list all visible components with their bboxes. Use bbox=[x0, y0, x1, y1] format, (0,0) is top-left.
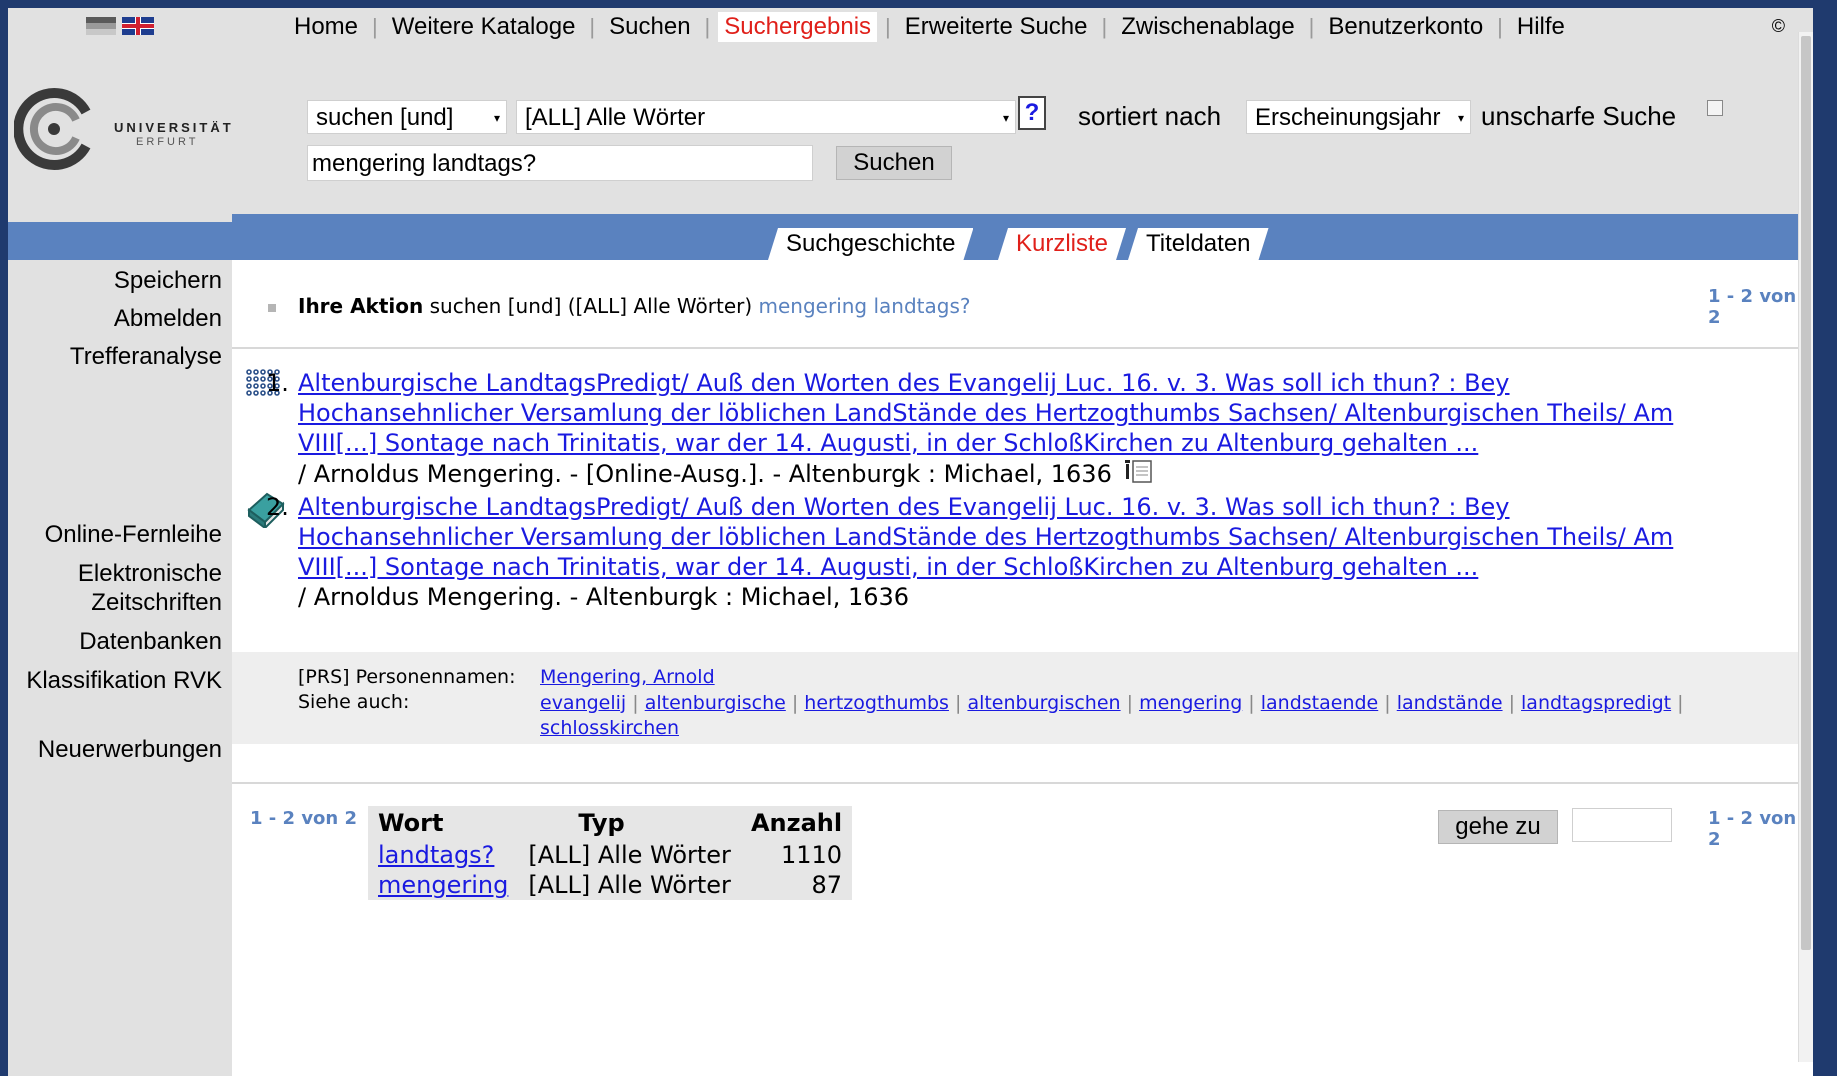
field-select[interactable]: [ALL] Alle Wörter ▾ bbox=[516, 100, 1016, 134]
copyright-link[interactable]: © bbox=[1772, 16, 1785, 37]
search-word-table: Wort Typ Anzahl landtags? [ALL] Alle Wör… bbox=[368, 806, 853, 900]
see-also-link[interactable]: hertzogthumbs bbox=[804, 692, 949, 714]
see-also-label: Siehe auch: bbox=[298, 691, 410, 713]
see-also-links: evangelij | altenburgische | hertzogthum… bbox=[540, 692, 1684, 739]
divider bbox=[232, 782, 1813, 784]
tab-kurzliste[interactable]: Kurzliste bbox=[998, 228, 1126, 260]
logo-text-erfurt: ERFURT bbox=[136, 136, 199, 148]
sidebar-item-trefferanalyse[interactable]: Trefferanalyse bbox=[70, 342, 222, 371]
fuzzy-search-label: unscharfe Suche bbox=[1481, 101, 1677, 131]
sort-label: sortiert nach bbox=[1078, 101, 1222, 131]
divider bbox=[232, 347, 1813, 349]
sidebar-item-speichern[interactable]: Speichern bbox=[70, 266, 222, 295]
german-flag-icon[interactable] bbox=[86, 17, 116, 35]
scrollbar-thumb[interactable] bbox=[1801, 36, 1811, 950]
browser-page: UNIVERSITÄT ERFURT Speichern Abmelden Tr… bbox=[8, 8, 1813, 1076]
sidebar-actions: Speichern Abmelden Trefferanalyse bbox=[70, 266, 222, 371]
sidebar-item-klassifikation-rvk[interactable]: Klassifikation RVK bbox=[12, 666, 222, 695]
action-line: Ihre Aktion suchen [und] ([ALL] Alle Wör… bbox=[268, 294, 971, 318]
sort-select-value: Erscheinungsjahr bbox=[1255, 104, 1441, 131]
sidebar-item-datenbanken[interactable]: Datenbanken bbox=[12, 627, 222, 656]
tab-bar: Suchgeschichte Kurzliste Titeldaten bbox=[232, 214, 1813, 260]
see-also-link[interactable]: altenburgischen bbox=[967, 692, 1120, 714]
table-row: mengering [ALL] Alle Wörter 87 bbox=[368, 870, 852, 900]
search-input[interactable]: mengering landtags? bbox=[307, 145, 813, 181]
result-meta: / Arnoldus Mengering. - Altenburgk : Mic… bbox=[298, 583, 910, 611]
left-blue-bar bbox=[8, 222, 232, 260]
nav-home[interactable]: Home bbox=[288, 12, 364, 42]
english-flag-icon[interactable] bbox=[122, 17, 154, 35]
see-also-link[interactable]: evangelij bbox=[540, 692, 626, 714]
column-header-anzahl: Anzahl bbox=[750, 809, 843, 837]
result-count-bottom-left: 1 - 2 von 2 bbox=[250, 808, 358, 829]
chevron-down-icon: ▾ bbox=[1002, 111, 1009, 125]
nav-benutzerkonto[interactable]: Benutzerkonto bbox=[1322, 12, 1489, 42]
nav-erweiterte-suche[interactable]: Erweiterte Suche bbox=[899, 12, 1094, 42]
table-row: landtags? [ALL] Alle Wörter 1110 bbox=[368, 840, 852, 870]
vertical-scrollbar[interactable] bbox=[1798, 32, 1813, 1062]
word-count: 87 bbox=[811, 871, 843, 899]
sidebar-item-neuerwerbungen[interactable]: Neuerwerbungen bbox=[12, 735, 222, 764]
word-link[interactable]: mengering bbox=[378, 871, 508, 899]
related-terms-panel: [PRS] Personennamen: Mengering, Arnold S… bbox=[232, 652, 1813, 744]
sidebar-links: Online-Fernleihe Elektronische Zeitschri… bbox=[12, 520, 222, 764]
result-number: 2. bbox=[266, 493, 289, 521]
tab-titeldaten[interactable]: Titeldaten bbox=[1128, 228, 1269, 260]
see-also-link[interactable]: landstaende bbox=[1261, 692, 1379, 714]
search-panel: suchen [und] ▾ [ALL] Alle Wörter ▾ ? sor… bbox=[232, 45, 1813, 222]
see-also-link[interactable]: schlosskirchen bbox=[540, 717, 679, 739]
result-number: 1. bbox=[266, 369, 289, 397]
university-logo-icon bbox=[13, 88, 91, 170]
nav-zwischenablage[interactable]: Zwischenablage bbox=[1115, 12, 1300, 42]
document-info-icon[interactable] bbox=[1125, 458, 1153, 484]
tab-suchgeschichte[interactable]: Suchgeschichte bbox=[768, 228, 973, 260]
result-item-2: 2. Altenburgische LandtagsPredigt/ Auß d… bbox=[266, 492, 1768, 612]
help-button[interactable]: ? bbox=[1018, 96, 1046, 130]
result-title-link-2[interactable]: Altenburgische LandtagsPredigt/ Auß den … bbox=[298, 493, 1673, 581]
nav-suchen[interactable]: Suchen bbox=[603, 12, 696, 42]
language-switcher bbox=[86, 17, 154, 35]
see-also-link[interactable]: mengering bbox=[1139, 692, 1242, 714]
nav-hilfe[interactable]: Hilfe bbox=[1511, 12, 1571, 42]
action-label: Ihre Aktion bbox=[298, 294, 424, 318]
word-count: 1110 bbox=[781, 841, 843, 869]
result-title-link-1[interactable]: Altenburgische LandtagsPredigt/ Auß den … bbox=[298, 369, 1673, 457]
operator-select-value: suchen [und] bbox=[316, 104, 454, 131]
word-link[interactable]: landtags? bbox=[378, 841, 494, 869]
bullet-icon bbox=[268, 303, 276, 312]
action-text: suchen [und] ([ALL] Alle Wörter) bbox=[429, 294, 753, 318]
goto-button[interactable]: gehe zu bbox=[1438, 810, 1558, 844]
sidebar-item-online-fernleihe[interactable]: Online-Fernleihe bbox=[12, 520, 222, 549]
logo-text-university: UNIVERSITÄT bbox=[114, 120, 234, 135]
left-column: UNIVERSITÄT ERFURT Speichern Abmelden Tr… bbox=[8, 8, 232, 1076]
university-logo[interactable]: UNIVERSITÄT ERFURT bbox=[13, 84, 234, 184]
result-item-1: 1. Altenburgische LandtagsPredigt/ Auß d… bbox=[266, 368, 1768, 489]
word-type: [ALL] Alle Wörter bbox=[528, 841, 731, 869]
see-also-link[interactable]: landstände bbox=[1397, 692, 1503, 714]
sidebar-item-abmelden[interactable]: Abmelden bbox=[70, 304, 222, 333]
nav-weitere-kataloge[interactable]: Weitere Kataloge bbox=[386, 12, 582, 42]
word-type: [ALL] Alle Wörter bbox=[528, 871, 731, 899]
chevron-down-icon: ▾ bbox=[1457, 111, 1464, 125]
column-header-typ: Typ bbox=[578, 809, 625, 837]
result-meta: / Arnoldus Mengering. - [Online-Ausg.]. … bbox=[298, 460, 1112, 488]
persons-label: [PRS] Personennamen: bbox=[298, 666, 516, 688]
person-link[interactable]: Mengering, Arnold bbox=[540, 666, 715, 688]
see-also-link[interactable]: landtagspredigt bbox=[1521, 692, 1671, 714]
column-header-wort: Wort bbox=[378, 809, 444, 837]
sort-select[interactable]: Erscheinungsjahr ▾ bbox=[1246, 100, 1471, 134]
goto-input[interactable] bbox=[1572, 808, 1672, 842]
action-query[interactable]: mengering landtags? bbox=[759, 294, 971, 318]
chevron-down-icon: ▾ bbox=[493, 111, 500, 125]
operator-select[interactable]: suchen [und] ▾ bbox=[307, 100, 507, 134]
see-also-link[interactable]: altenburgische bbox=[645, 692, 786, 714]
search-button[interactable]: Suchen bbox=[836, 146, 952, 180]
nav-suchergebnis[interactable]: Suchergebnis bbox=[718, 12, 878, 42]
sidebar-item-elektronische-zeitschriften[interactable]: Elektronische Zeitschriften bbox=[12, 559, 222, 617]
results-content: Ihre Aktion suchen [und] ([ALL] Alle Wör… bbox=[232, 260, 1813, 1076]
fuzzy-search-checkbox[interactable] bbox=[1707, 100, 1723, 116]
top-navigation: Home | Weitere Kataloge | Suchen | Sucherge… bbox=[232, 8, 1813, 45]
field-select-value: [ALL] Alle Wörter bbox=[525, 104, 706, 131]
nav-items: Home | Weitere Kataloge | Suchen | Sucherge… bbox=[288, 12, 1571, 42]
